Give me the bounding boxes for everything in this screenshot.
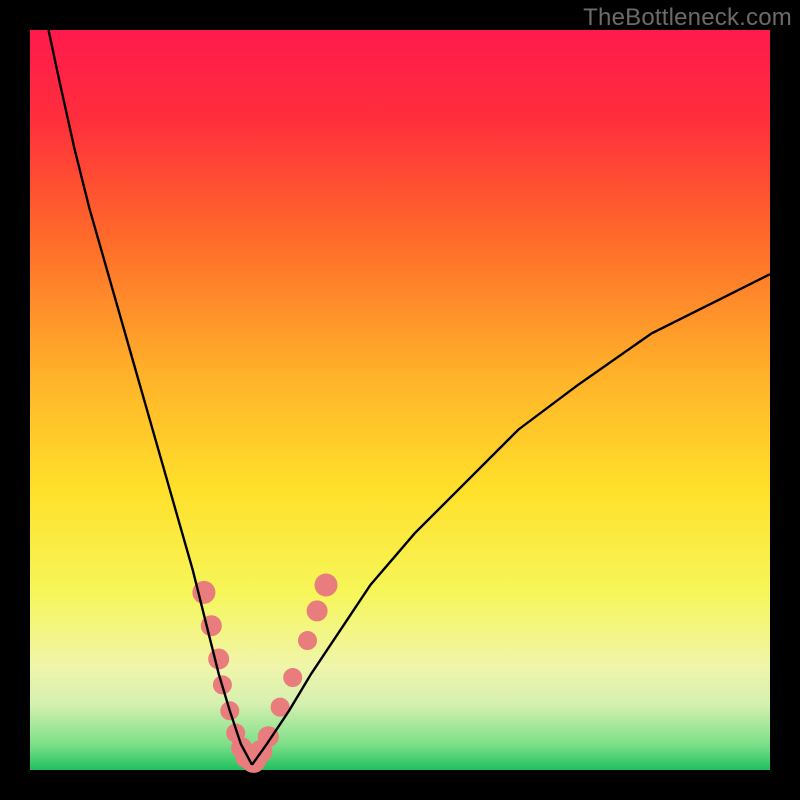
plot-area bbox=[30, 30, 770, 770]
right-branch-path bbox=[252, 274, 770, 765]
marker-group bbox=[193, 574, 337, 772]
marker-point bbox=[299, 632, 317, 650]
marker-point bbox=[315, 574, 337, 596]
chart-frame: TheBottleneck.com bbox=[0, 0, 800, 800]
marker-point bbox=[307, 601, 327, 621]
marker-point bbox=[284, 669, 302, 687]
watermark-text: TheBottleneck.com bbox=[583, 4, 792, 32]
curve-layer bbox=[30, 30, 770, 770]
marker-point bbox=[209, 649, 229, 669]
